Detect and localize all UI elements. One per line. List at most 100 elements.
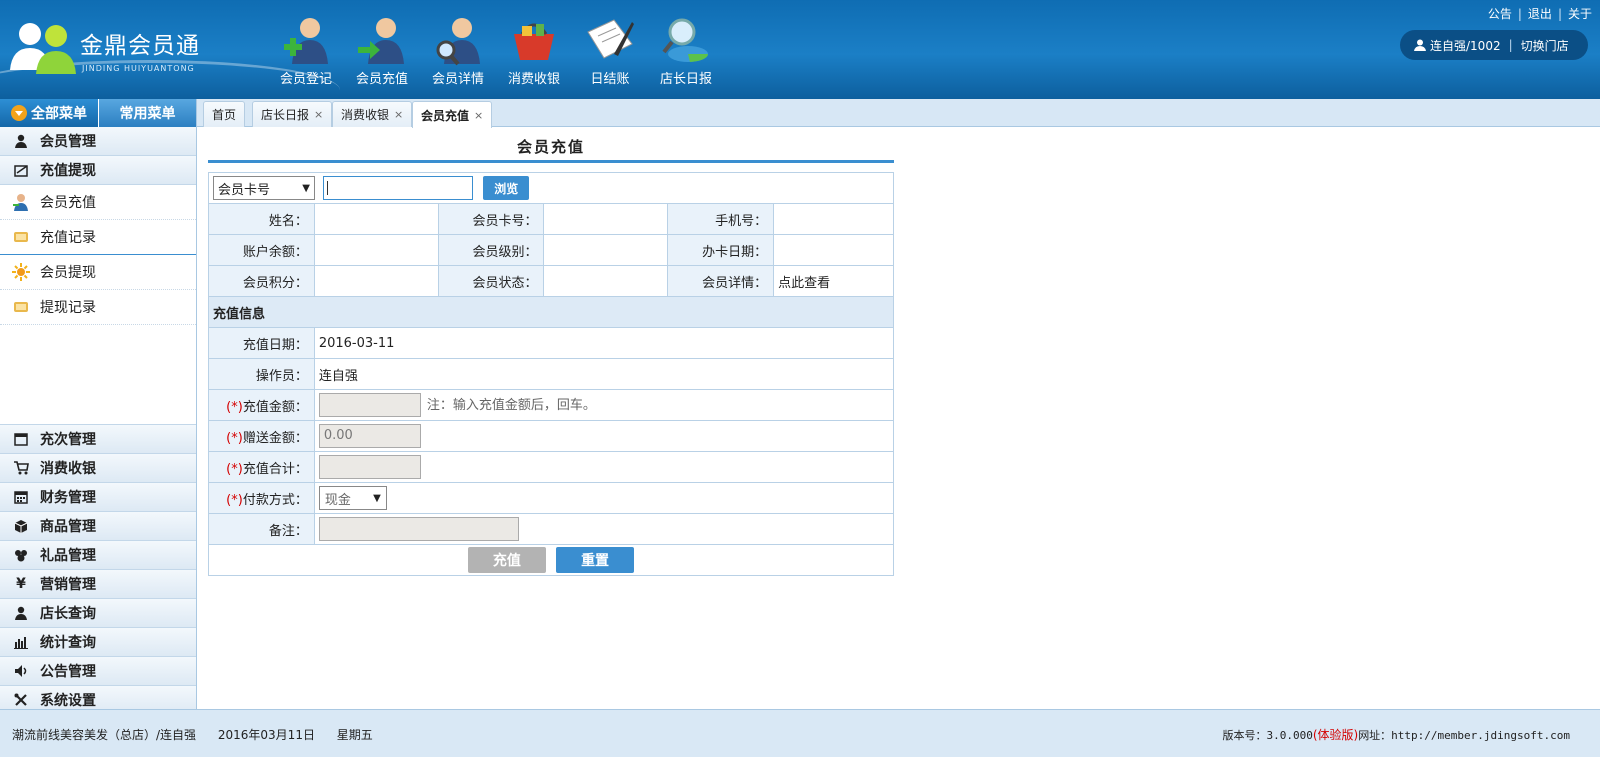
sidebar-group-recharge[interactable]: 充值提现	[0, 156, 196, 185]
member-details-icon	[436, 18, 480, 66]
pay-label: 付款方式：	[242, 492, 308, 508]
phone-label: 手机号：	[667, 203, 775, 235]
logout-link[interactable]: 退出	[1528, 7, 1552, 21]
nav-consume-cashier[interactable]: 消费收银	[496, 10, 572, 90]
close-icon[interactable]: ×	[394, 108, 403, 121]
sidebar-group-label: 充次管理	[40, 432, 96, 448]
sidebar-group-label: 会员管理	[40, 134, 96, 150]
tab-consume-cashier[interactable]: 消费收银 ×	[332, 101, 413, 127]
tab-label: 店长日报	[261, 108, 310, 122]
sidebar-group-consume[interactable]: 消费收银	[0, 454, 196, 483]
sidebar-item-label: 会员提现	[40, 265, 96, 281]
recharge-date-label: 充值日期：	[208, 327, 315, 359]
remark-input[interactable]	[318, 517, 519, 541]
tools-icon	[12, 692, 30, 708]
recharge-date-value: 2016-03-11	[313, 327, 895, 359]
footer-right: 版本号：3.0.000(体验版)网址：http://member.jdingso…	[1222, 726, 1570, 743]
detail-label: 会员详情：	[667, 265, 775, 297]
brand-title: 金鼎会员通	[80, 33, 200, 59]
store-info: 潮流前线美容美发（总店）/连自强	[12, 728, 197, 742]
amount-label-cell: (*)充值金额：	[208, 389, 315, 421]
top-navbar: 会员登记 会员充值 会员详情 消费收银 日结账 店长日报	[268, 10, 724, 90]
card-number-input[interactable]	[323, 176, 474, 200]
search-type-select[interactable]: 会员卡号 ▼	[213, 176, 315, 200]
name-value	[313, 203, 439, 235]
payment-method-value: 现金	[324, 492, 351, 508]
tab-common-menu[interactable]: 常用菜单	[98, 99, 196, 127]
link-separator: |	[1517, 7, 1522, 21]
sidebar-submenu: 会员充值 充值记录 会员提现 提现记录	[0, 185, 196, 425]
sidebar-group-label: 商品管理	[40, 519, 96, 535]
tab-all-menu[interactable]: 全部菜单	[0, 99, 98, 127]
tab-common-menu-label: 常用菜单	[119, 106, 176, 122]
nav-member-register[interactable]: 会员登记	[268, 10, 344, 90]
open-date-value	[773, 234, 894, 266]
page-tabbar: 首页 店长日报 × 消费收银 × 会员充值 ×	[197, 99, 1600, 128]
required-mark: (*)	[226, 492, 243, 508]
tab-all-menu-label: 全部菜单	[31, 106, 87, 122]
nav-label: 店长日报	[659, 72, 712, 87]
sidebar-item-member-withdraw[interactable]: 会员提现	[0, 255, 196, 290]
sidebar-group-goods[interactable]: 商品管理	[0, 512, 196, 541]
card-no-value	[543, 203, 669, 235]
top-links: 公告 | 退出 | 关于	[1488, 5, 1592, 22]
gift-label-cell: (*)赠送金额：	[208, 420, 315, 452]
amount-note: 注：输入充值金额后，回车。	[426, 397, 596, 413]
payment-method-select[interactable]: 现金 ▼	[318, 486, 387, 510]
sidebar-group-manager-query[interactable]: 店长查询	[0, 599, 196, 628]
sidebar-group-marketing[interactable]: ¥ 营销管理	[0, 570, 196, 599]
phone-value	[773, 203, 894, 235]
close-icon[interactable]: ×	[474, 109, 483, 122]
points-label: 会员积分：	[208, 265, 315, 297]
name-label: 姓名：	[208, 203, 315, 235]
sidebar-group-statistics[interactable]: 统计查询	[0, 628, 196, 657]
tab-manager-daily[interactable]: 店长日报 ×	[252, 101, 333, 127]
level-value	[543, 234, 669, 266]
balance-label: 账户余额：	[208, 234, 315, 266]
sidebar-item-label: 提现记录	[40, 300, 96, 316]
tab-home[interactable]: 首页	[203, 101, 246, 127]
sidebar-item-label: 会员充值	[40, 195, 96, 211]
sidebar-item-member-recharge[interactable]: 会员充值	[0, 185, 196, 220]
sidebar-group-label: 店长查询	[40, 606, 96, 622]
nav-member-details[interactable]: 会员详情	[420, 10, 496, 90]
status-bar: 潮流前线美容美发（总店）/连自强 2016年03月11日 星期五 版本号：3.0…	[0, 709, 1600, 757]
nav-manager-daily[interactable]: 店长日报	[648, 10, 724, 90]
footer-left: 潮流前线美容美发（总店）/连自强 2016年03月11日 星期五	[12, 726, 391, 743]
yen-icon: ¥	[16, 576, 26, 592]
search-type-value: 会员卡号	[218, 182, 271, 198]
nav-daily-close[interactable]: 日结账	[572, 10, 648, 90]
nav-member-recharge[interactable]: 会员充值	[344, 10, 420, 90]
operator-value: 连自强	[313, 358, 895, 390]
user-separator: |	[1508, 38, 1513, 52]
member-recharge-icon	[358, 18, 404, 64]
tab-member-recharge[interactable]: 会员充值 ×	[412, 101, 493, 128]
gift-amount-input[interactable]: 0.00	[318, 424, 421, 448]
about-link[interactable]: 关于	[1568, 7, 1592, 21]
reset-button[interactable]: 重置	[556, 547, 635, 573]
member-register-icon	[284, 18, 328, 64]
sidebar: 全部菜单 常用菜单 会员管理 充值提现 会员充值 充值记录 会员提现 提现记录 …	[0, 99, 197, 715]
sidebar-group-announcement[interactable]: 公告管理	[0, 657, 196, 686]
recharge-button[interactable]: 充值	[467, 547, 546, 573]
sidebar-item-label: 充值记录	[40, 230, 96, 246]
sidebar-group-finance[interactable]: 财务管理	[0, 483, 196, 512]
main-content: 会员充值 会员卡号 ▼ 浏览 姓名： 会员卡号： 手机号： 账户余额： 会员级别：…	[198, 128, 1600, 709]
sidebar-item-withdraw-record[interactable]: 提现记录	[0, 290, 196, 325]
sidebar-group-times[interactable]: 充次管理	[0, 425, 196, 454]
report-magnifier-icon	[662, 18, 709, 62]
sidebar-group-gift[interactable]: 礼品管理	[0, 541, 196, 570]
sidebar-group-member[interactable]: 会员管理	[0, 127, 196, 156]
sidebar-item-recharge-record[interactable]: 充值记录	[0, 220, 196, 255]
recharge-total-input[interactable]	[318, 455, 421, 479]
browse-button[interactable]: 浏览	[483, 176, 530, 200]
nav-label: 日结账	[590, 72, 630, 87]
switch-store-link[interactable]: 切换门店	[1521, 37, 1569, 54]
notice-link[interactable]: 公告	[1488, 7, 1512, 21]
sidebar-group-label: 统计查询	[40, 635, 96, 651]
nav-label: 会员详情	[431, 72, 484, 87]
recharge-amount-input[interactable]	[318, 393, 421, 417]
close-icon[interactable]: ×	[314, 108, 323, 121]
view-detail-link[interactable]: 点此查看	[778, 276, 830, 291]
bar-chart-icon	[12, 634, 30, 650]
